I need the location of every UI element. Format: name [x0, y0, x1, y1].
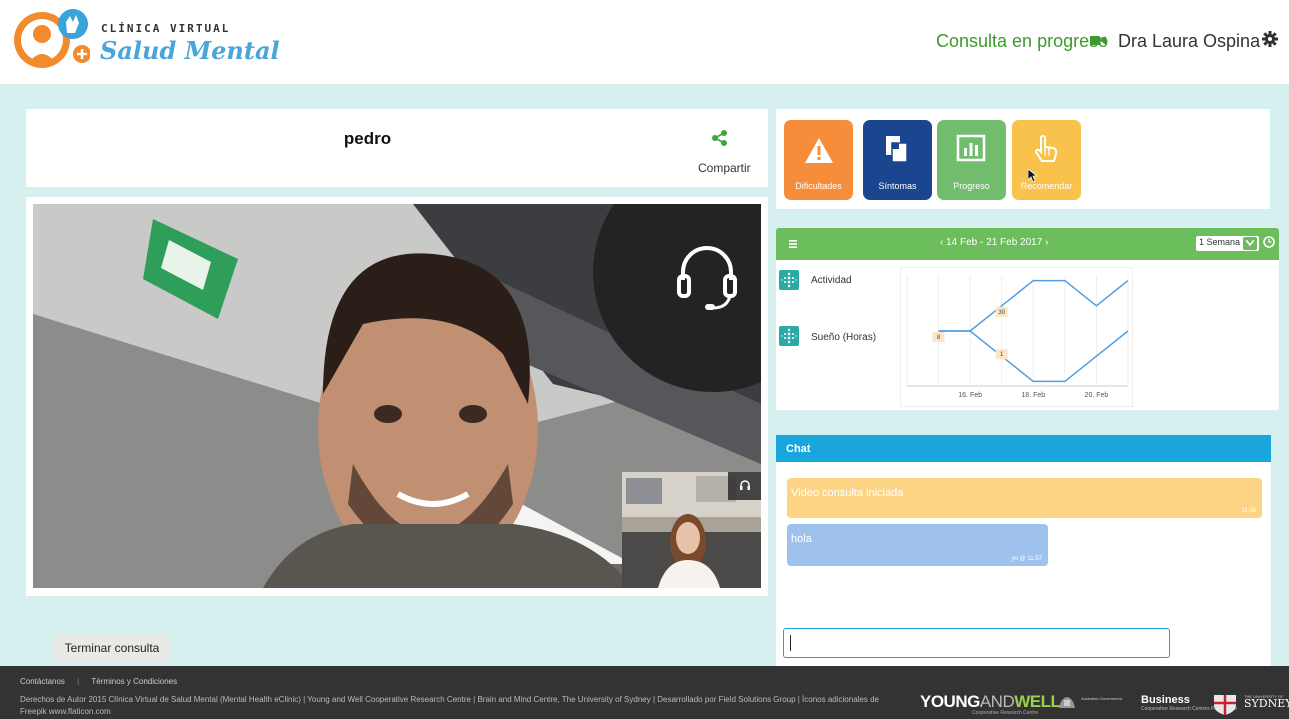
logo-title-line2: Salud Mental [100, 36, 280, 65]
tool-recommend-button[interactable]: Recomendar [1012, 120, 1081, 200]
chat-header [776, 435, 1271, 462]
logo-title-line1: CLÍNICA VIRTUAL [101, 22, 231, 35]
chart-svg: 830116. Feb 18. Feb 20. Feb [906, 276, 1129, 399]
headset-small-icon [740, 480, 750, 490]
coat-of-arms-icon [1059, 697, 1075, 708]
period-select-value: 1 Semana [1199, 237, 1241, 247]
documents-icon [886, 136, 908, 163]
young-and-well-logo: YOUNGANDWELL [920, 692, 1061, 712]
footer-links: Contáctanos | Términos y Condiciones [20, 677, 177, 686]
chat-title: Chat [786, 443, 811, 455]
young-and-well-subtitle: Cooperative Research Centre [972, 710, 1039, 716]
clinic-logo-icon [14, 9, 90, 68]
chat-message: hola yo @ 11:57 [787, 524, 1048, 566]
chart-data-label: 30 [998, 310, 1005, 316]
tool-label: Dificultades [795, 181, 842, 191]
tool-label: Recomendar [1020, 181, 1073, 191]
consultation-status: Consulta en progreso [936, 31, 1109, 51]
patient-name: pedro [343, 129, 392, 148]
chart-x-tick-label: 16. Feb [958, 392, 982, 399]
gov-label: Australian Government [1081, 696, 1122, 701]
chat-message-text: hola [791, 533, 812, 545]
mouse-cursor-icon [1028, 169, 1037, 182]
footer-copyright: Derechos de Autor 2015 Clínica Virtual d… [20, 695, 879, 716]
tool-difficulties-button[interactable]: Dificultades [784, 120, 853, 200]
university-crest-icon [1214, 695, 1236, 715]
fitbit-icon [779, 326, 799, 346]
chat-message-time: 11:56 [1241, 508, 1256, 514]
activity-sleep-chart: 8 30 1 16. Feb 18. Feb 20. Feb [900, 267, 1133, 407]
tool-label: Síntomas [878, 181, 917, 191]
warning-icon [805, 138, 833, 163]
australian-government-logo: Australian Government [1057, 694, 1122, 715]
gear-icon[interactable] [1262, 31, 1278, 47]
self-video-preview [622, 472, 761, 588]
headset-icon [677, 246, 737, 310]
end-consultation-button[interactable]: Terminar consulta [54, 634, 170, 661]
logo-yw-young: YOUNG [920, 692, 980, 711]
chat-message: Video consulta iniciada 11:56 [787, 478, 1262, 518]
terms-link[interactable]: Términos y Condiciones [91, 677, 177, 686]
chart-x-tick-label: 18. Feb [1021, 392, 1045, 399]
date-range-label[interactable]: ‹ 14 Feb - 21 Feb 2017 › [940, 237, 1048, 248]
chat-message-text: Video consulta iniciada [791, 487, 904, 499]
video-camera-icon [1090, 36, 1106, 45]
app-header: CLÍNICA VIRTUAL Salud Mental Consulta en… [0, 0, 1289, 84]
logo-yw-well: WELL [1014, 692, 1061, 711]
business-crc-logo: Business [1141, 694, 1190, 706]
footer-divider: | [77, 677, 80, 686]
bar-chart-icon [956, 134, 986, 162]
doctor-name[interactable]: Dra Laura Ospina [1118, 31, 1260, 52]
metric-label-activity: Actividad [811, 275, 852, 286]
share-button[interactable]: Compartir [698, 161, 751, 175]
tool-label: Progreso [953, 181, 990, 191]
fitbit-icon [779, 270, 799, 290]
chevron-down-icon [1246, 240, 1254, 246]
chat-input[interactable] [783, 628, 1170, 658]
tool-progress-button[interactable]: Progreso [937, 120, 1006, 200]
list-icon[interactable] [789, 240, 797, 248]
chat-message-time: yo @ 11:57 [1011, 556, 1042, 562]
logo-yw-and: AND [979, 692, 1015, 711]
clock-icon[interactable] [1263, 236, 1275, 248]
period-select-toggle[interactable] [1243, 237, 1257, 250]
metric-label-sleep: Sueño (Horas) [811, 332, 877, 343]
contact-link[interactable]: Contáctanos [20, 677, 65, 686]
share-icon[interactable] [712, 130, 728, 146]
patient-card: pedro [26, 109, 768, 187]
chart-x-tick-label: 20. Feb [1085, 392, 1109, 399]
university-label: SYDNEY [1244, 697, 1289, 710]
pointing-hand-icon [1034, 135, 1058, 162]
tool-symptoms-button[interactable]: Síntomas [863, 120, 932, 200]
text-caret [790, 635, 791, 651]
